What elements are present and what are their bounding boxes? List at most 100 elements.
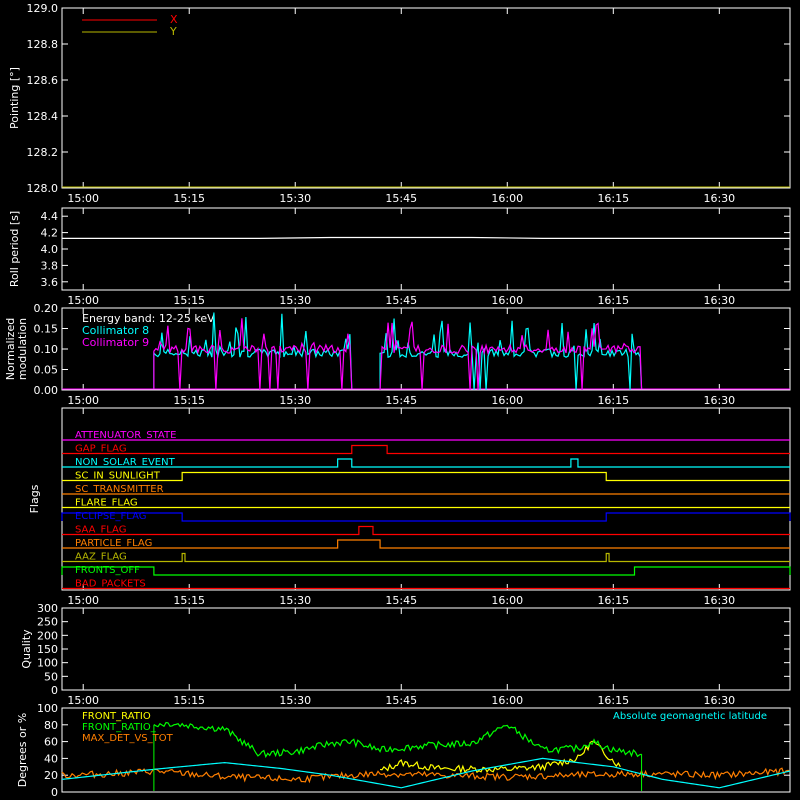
panel-0-xtick-label: 15:15: [173, 192, 205, 205]
panel-0-ytick-label: 128.0: [27, 182, 59, 195]
flag-line-aaz-flag: [62, 552, 790, 563]
panel-0-xtick-label: 15:00: [67, 192, 99, 205]
panel-0-ytick-label: 128.8: [27, 38, 59, 51]
panel-0-xtick-label: 16:30: [703, 192, 735, 205]
panel-3-xtick-label: 16:15: [597, 594, 629, 607]
panel-2-ytick-label: 0.10: [34, 343, 59, 356]
panel-3-xtick-label: 16:30: [703, 594, 735, 607]
roll-period-line: [62, 236, 790, 239]
panel-3-xtick-label: 16:00: [491, 594, 523, 607]
ratio-front-ratio-: [153, 721, 642, 759]
panel-2-ylabel-2: modulation: [16, 318, 29, 380]
panel-2-xtick-label: 15:00: [67, 394, 99, 407]
panel-4-ytick-label: 250: [37, 616, 58, 629]
panel-2-xtick-label: 15:30: [279, 394, 311, 407]
panel-5-ytick-label: 40: [44, 752, 58, 765]
flag-label-attenuator-state: ATTENUATOR_STATE: [75, 430, 176, 441]
panel-0-xtick-label: 15:45: [385, 192, 417, 205]
legend-front-ratio: FRONT_RATIO: [82, 711, 151, 722]
panel-0-ytick-label: 128.6: [27, 74, 59, 87]
flag-label-gap-flag: GAP_FLAG: [75, 444, 127, 455]
flag-label-aaz-flag: AAZ_FLAG: [75, 552, 127, 563]
ratio-max-det-vs-tot: [61, 767, 791, 784]
panel-4-ytick-label: 300: [37, 602, 58, 615]
panel-1-ytick-label: 3.6: [41, 276, 59, 289]
flag-label-particle-flag: PARTICLE_FLAG: [75, 538, 152, 549]
panel-4-xtick-label: 15:15: [173, 694, 205, 707]
flag-label-eclipse-flag: ECLIPSE_FLAG: [75, 511, 146, 522]
panel-4-xtick-label: 16:30: [703, 694, 735, 707]
panel-4-frame: [61, 607, 791, 691]
panel-1-ytick-label: 4.2: [41, 227, 59, 240]
panel-2-ytick-label: 0.15: [34, 323, 59, 336]
panel-5-ytick-label: 20: [44, 769, 58, 782]
panel-3-xtick-label: 15:15: [173, 594, 205, 607]
flag-label-fronts-off: FRONTS_OFF: [75, 565, 140, 576]
panel-0-xtick-label: 16:00: [491, 192, 523, 205]
panel-5-ytick-label: 0: [51, 786, 58, 799]
panel-4-ytick-label: 200: [37, 629, 58, 642]
flag-label-flare-flag: FLARE_FLAG: [75, 498, 138, 509]
panel-1-xtick-label: 15:15: [173, 294, 205, 307]
panel-4-xtick-label: 16:15: [597, 694, 629, 707]
panel-0-xtick-label: 15:30: [279, 192, 311, 205]
panel-1-xtick-label: 15:00: [67, 294, 99, 307]
panel-3-xtick-label: 15:45: [385, 594, 417, 607]
flag-label-sc-transmitter: SC_TRANSMITTER: [75, 484, 164, 495]
panel-2-ytick-label: 0.05: [34, 364, 59, 377]
panel-5-ytick-label: 80: [44, 719, 58, 732]
panel-1-ytick-label: 3.8: [41, 259, 59, 272]
flag-label-bad-packets: BAD_PACKETS: [75, 579, 146, 590]
panel-1-ytick-label: 4.0: [41, 243, 59, 256]
panel-0-ytick-label: 129.0: [27, 2, 59, 15]
panel-4-ytick-label: 100: [37, 657, 58, 670]
panel-2-ytick-label: 0.20: [34, 302, 59, 315]
panel-4-ylabel: Quality: [20, 629, 33, 669]
panel-1-frame: [61, 207, 791, 291]
flag-label-saa-flag: SAA_FLAG: [75, 525, 126, 536]
panel-2-xtick-label: 16:00: [491, 394, 523, 407]
legend-collimator-9: Collimator 9: [82, 336, 149, 349]
panel-2-xtick-label: 16:30: [703, 394, 735, 407]
panel-0-ylabel: Pointing [°]: [8, 67, 21, 129]
flag-label-non-solar-event: NON_SOLAR_EVENT: [75, 457, 176, 468]
panel-4-ytick-label: 0: [51, 684, 58, 697]
panel-1-xtick-label: 15:30: [279, 294, 311, 307]
legend-max-det-vs-tot: MAX_DET_VS_TOT: [82, 733, 174, 744]
panel-1-xtick-label: 16:15: [597, 294, 629, 307]
panel-0-ytick-label: 128.2: [27, 146, 59, 159]
panel-3-xtick-label: 15:30: [279, 594, 311, 607]
panel-4-xtick-label: 16:00: [491, 694, 523, 707]
flag-line-gap-flag: [62, 444, 790, 455]
panel-3-ylabel: Flags: [28, 484, 41, 513]
panel-0-xtick-label: 16:15: [597, 192, 629, 205]
legend-geomagnetic-latitude: Absolute geomagnetic latitude: [613, 711, 767, 722]
modulation-collimator-8-segment: [379, 318, 643, 391]
ratio-absolute-geomagnetic-latitude: [61, 757, 791, 789]
panel-1-ylabel: Roll period [s]: [8, 211, 21, 287]
panel-4-ytick-label: 50: [44, 670, 58, 683]
panel-5-ytick-label: 100: [37, 702, 58, 715]
flag-label-sc-in-sunlight: SC_IN_SUNLIGHT: [75, 471, 161, 482]
flag-line-saa-flag: [62, 525, 790, 536]
panel-1-ytick-label: 4.4: [41, 210, 59, 223]
panel-5-ytick-label: 60: [44, 736, 58, 749]
legend-label-y: Y: [169, 25, 177, 38]
panel-2-xtick-label: 15:15: [173, 394, 205, 407]
flag-line-eclipse-flag: [61, 512, 791, 522]
panel-4-xtick-label: 15:30: [279, 694, 311, 707]
legend-front-ratio-: FRONT_RATIO_: [82, 722, 157, 733]
panel-3-xtick-label: 15:00: [67, 594, 99, 607]
panel-2-ytick-label: 0.00: [34, 384, 59, 397]
panel-1-xtick-label: 15:45: [385, 294, 417, 307]
flag-line-fronts-off: [61, 566, 791, 576]
panel-2-xtick-label: 15:45: [385, 394, 417, 407]
panel-1-xtick-label: 16:30: [703, 294, 735, 307]
panel-4-ytick-label: 150: [37, 643, 58, 656]
flag-line-particle-flag: [62, 539, 790, 549]
panel-4-xtick-label: 15:00: [67, 694, 99, 707]
panel-0-ytick-label: 128.4: [27, 110, 59, 123]
telemetry-plot: 128.0 128.2 128.4 128.6 128.8 129.0 15:00 15:15…: [4, 2, 791, 799]
panel-1-xtick-label: 16:00: [491, 294, 523, 307]
panel-4-xtick-label: 15:45: [385, 694, 417, 707]
